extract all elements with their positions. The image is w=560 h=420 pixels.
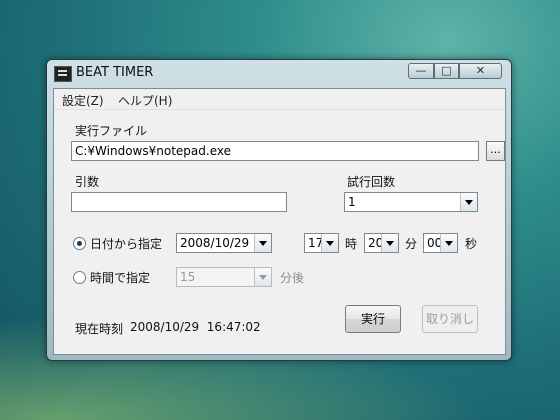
minimize-button[interactable]: — (408, 63, 434, 79)
current-time-value: 2008/10/29 16:47:02 (130, 320, 261, 334)
current-time-label: 現在時刻 (75, 322, 124, 336)
date-select[interactable]: 2008/10/29 (176, 233, 272, 253)
minute-select[interactable]: 20 (364, 233, 399, 253)
menu-help[interactable]: ヘルプ(H) (118, 92, 172, 109)
minutes-value: 15 (180, 270, 196, 284)
close-icon: ✕ (475, 64, 486, 77)
args-input[interactable] (71, 192, 287, 212)
window-title: BEAT TIMER (76, 65, 154, 80)
hour-unit: 時 (345, 237, 358, 251)
minutes-select[interactable]: 15 (176, 267, 272, 287)
hour-select[interactable]: 17 (304, 233, 339, 253)
second-unit: 秒 (465, 237, 478, 251)
beat-timer-window: BEAT TIMER — □ ✕ 設定(Z) ヘルプ(H) 実行ファイル C:¥… (46, 59, 512, 361)
title-bar[interactable]: BEAT TIMER — □ ✕ (47, 60, 511, 86)
minutes-unit: 分後 (280, 271, 305, 285)
chevron-down-icon[interactable] (460, 193, 477, 211)
run-button[interactable]: 実行 (345, 305, 401, 333)
chevron-down-icon[interactable] (321, 234, 338, 252)
date-mode-radio[interactable] (73, 237, 86, 250)
trials-value: 1 (348, 195, 356, 209)
trials-select[interactable]: 1 (344, 192, 478, 212)
chevron-down-icon[interactable] (440, 234, 457, 252)
browse-button[interactable]: ... (486, 141, 505, 161)
cancel-button[interactable]: 取り消し (422, 305, 478, 333)
close-button[interactable]: ✕ (459, 63, 502, 79)
date-mode-label[interactable]: 日付から指定 (90, 235, 162, 252)
maximize-icon: □ (441, 64, 452, 77)
exec-file-input[interactable]: C:¥Windows¥notepad.exe (71, 141, 479, 161)
maximize-button[interactable]: □ (434, 63, 459, 79)
time-mode-radio[interactable] (73, 271, 86, 284)
minute-unit: 分 (405, 237, 418, 251)
menu-settings[interactable]: 設定(Z) (62, 92, 104, 109)
second-select[interactable]: 00 (423, 233, 458, 253)
exec-file-label: 実行ファイル (75, 124, 148, 138)
app-icon (54, 66, 72, 82)
client-area: 設定(Z) ヘルプ(H) 実行ファイル C:¥Windows¥notepad.e… (53, 88, 506, 355)
minimize-icon: — (415, 64, 427, 77)
chevron-down-icon[interactable] (381, 234, 398, 252)
menu-bar: 設定(Z) ヘルプ(H) (54, 89, 505, 110)
chevron-down-icon (254, 268, 271, 286)
date-value: 2008/10/29 (180, 236, 250, 250)
chevron-down-icon[interactable] (254, 234, 271, 252)
trials-label: 試行回数 (347, 175, 396, 189)
args-label: 引数 (75, 175, 100, 189)
time-mode-label[interactable]: 時間で指定 (90, 269, 150, 286)
